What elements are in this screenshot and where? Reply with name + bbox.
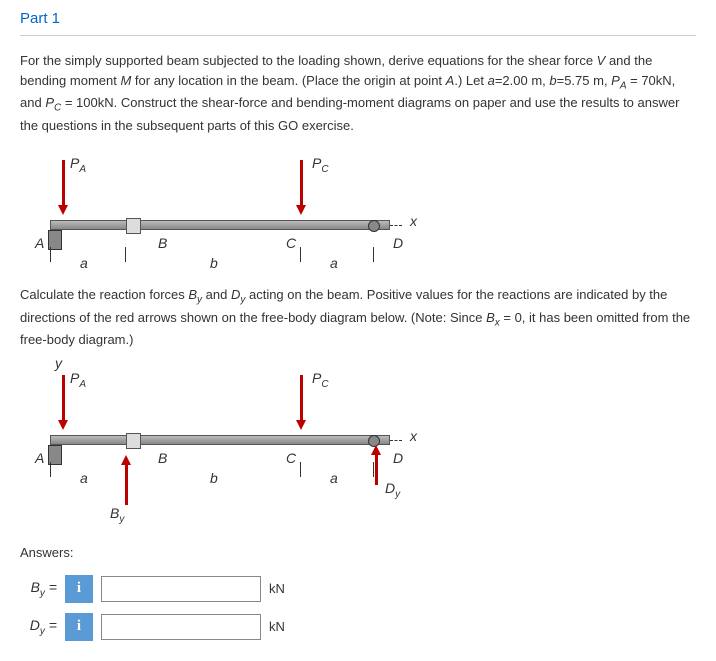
unit-By: kN <box>269 581 285 596</box>
dim-b: b <box>210 255 218 271</box>
label-PC-2: PC <box>312 370 329 390</box>
dim-b-2: b <box>210 470 218 486</box>
info-button-By[interactable]: i <box>65 575 93 603</box>
label-x-2: x <box>410 428 417 444</box>
beam-diagram-2: y PA PC A B C D x a b a By Dy <box>40 360 440 525</box>
label-Dy: Dy <box>385 480 400 500</box>
dim-a1: a <box>80 255 88 271</box>
label-A-2: A <box>35 450 44 466</box>
x-axis-dash <box>390 225 402 226</box>
label-A: A <box>35 235 44 251</box>
label-B: B <box>158 235 167 251</box>
label-C-2: C <box>286 450 296 466</box>
answer-label-Dy: Dy = <box>20 617 65 637</box>
label-D: D <box>393 235 403 251</box>
x-axis-dash-2 <box>390 440 402 441</box>
label-C: C <box>286 235 296 251</box>
dim-a1-2: a <box>80 470 88 486</box>
answer-input-By[interactable] <box>101 576 261 602</box>
label-x: x <box>410 213 417 229</box>
beam-2 <box>50 435 390 445</box>
label-PA: PA <box>70 155 86 175</box>
label-B-2: B <box>158 450 167 466</box>
label-By: By <box>110 505 124 525</box>
pin-D <box>368 220 380 232</box>
label-D-2: D <box>393 450 403 466</box>
label-PA-2: PA <box>70 370 86 390</box>
beam-diagram-1: PA PC A B C D x a b a <box>40 145 440 275</box>
unit-Dy: kN <box>269 619 285 634</box>
answer-input-Dy[interactable] <box>101 614 261 640</box>
info-button-Dy[interactable]: i <box>65 613 93 641</box>
answer-row-By: By = i kN <box>20 575 696 603</box>
calculation-instruction: Calculate the reaction forces By and Dy … <box>20 285 696 350</box>
problem-statement: For the simply supported beam subjected … <box>20 51 696 135</box>
answers-heading: Answers: <box>20 545 696 560</box>
part-header: Part 1 <box>20 10 696 36</box>
beam <box>50 220 390 230</box>
dim-a2-2: a <box>330 470 338 486</box>
label-PC: PC <box>312 155 329 175</box>
label-y: y <box>55 355 62 371</box>
answer-label-By: By = <box>20 579 65 599</box>
dim-a2: a <box>330 255 338 271</box>
answer-row-Dy: Dy = i kN <box>20 613 696 641</box>
